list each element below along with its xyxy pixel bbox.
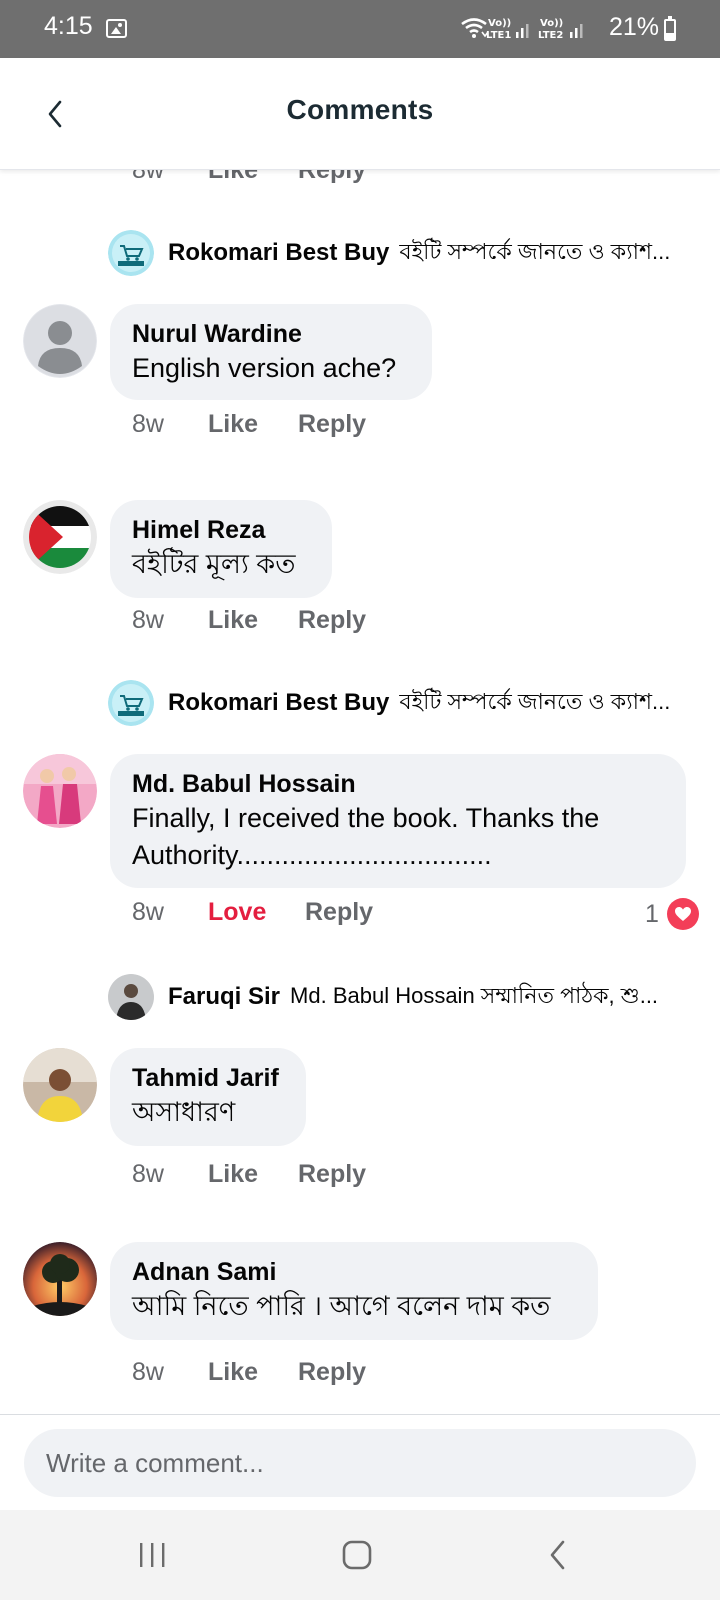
recents-button[interactable] [122,1532,182,1578]
comment-text: আমি নিতে পারি । আগে বলেন দাম কত [132,1291,551,1321]
comment-bubble[interactable]: Adnan Sami আমি নিতে পারি । আগে বলেন দাম … [110,1242,598,1340]
signal-icons: Vo)) LTE1 Vo)) LTE2 [460,14,600,44]
comment-time: 8w [132,606,164,634]
comment-meta: 8w Love Reply [132,898,373,927]
comment-time: 8w [132,410,164,438]
like-button[interactable]: Like [208,410,298,439]
comment-meta: 8w Like Reply [132,606,366,635]
svg-text:Vo)): Vo)) [488,18,511,29]
comment-author[interactable]: Nurul Wardine [132,318,410,350]
comment-time: 8w [132,1160,164,1188]
like-button[interactable]: Like [208,1358,298,1387]
reaction-count[interactable]: 1 [645,898,699,930]
svg-text:Vo)): Vo)) [540,18,563,29]
profile-photo [23,754,97,828]
like-button[interactable]: Like [208,170,298,185]
default-profile-icon [23,304,97,378]
reply-button[interactable]: Reply [298,170,366,185]
reply-author[interactable]: Faruqi Sir [168,983,280,1011]
comment-bubble[interactable]: Tahmid Jarif অসাধারণ [110,1048,306,1146]
reply-button[interactable]: Reply [305,898,373,927]
reply-button[interactable]: Reply [298,606,366,635]
comment-meta: 8w Like Reply [132,1160,366,1189]
avatar[interactable] [23,754,97,828]
like-button[interactable]: Like [208,606,298,635]
reply-snippet: বইটি সম্পর্কে জানতে ও ক্যাশ... [399,688,671,714]
comment-time: 8w [132,170,164,184]
comment-meta-partial: 8w Like Reply [132,170,366,185]
system-nav-bar [0,1510,720,1600]
reply-snippet: Md. Babul Hossain সম্মানিত পাঠক, শু... [290,982,659,1008]
battery-percent: 21% [609,13,660,41]
home-button[interactable] [327,1532,387,1578]
comment-text: বইটির মূল্য কত [132,549,296,579]
back-icon [550,1540,565,1570]
reply-preview[interactable]: Faruqi Sir Md. Babul Hossain সম্মানিত পা… [108,974,698,1020]
avatar [108,230,154,276]
page-title: Comments [286,94,434,125]
reply-preview[interactable]: Rokomari Best Buy বইটি সম্পর্কে জানতে ও … [108,680,698,726]
comment-bubble[interactable]: Md. Babul Hossain Finally, I received th… [110,754,686,888]
recents-icon [140,1543,165,1567]
reply-author[interactable]: Rokomari Best Buy [168,239,389,267]
like-button[interactable]: Like [208,1160,298,1189]
reply-button[interactable]: Reply [298,1160,366,1189]
nav-back-button[interactable] [528,1532,588,1578]
comment-bubble[interactable]: Himel Reza বইটির মূল্য কত [110,500,332,598]
comment-time: 8w [132,1358,164,1386]
comment-time: 8w [132,898,164,926]
wifi-icon: Vo)) LTE1 Vo)) LTE2 [461,18,583,41]
reply-author[interactable]: Rokomari Best Buy [168,689,389,717]
avatar [108,974,154,1020]
comment-bubble[interactable]: Nurul Wardine English version ache? [110,304,432,400]
reply-snippet: বইটি সম্পর্কে জানতে ও ক্যাশ... [399,238,671,264]
comments-list[interactable]: 8w Like Reply Rokomari Best Buy বইটি সম্… [0,170,720,1414]
status-bar: 4:15 Vo)) LTE1 Vo)) LTE2 21% [0,0,720,58]
palestine-flag-avatar-icon [23,500,97,574]
reply-preview[interactable]: Rokomari Best Buy বইটি সম্পর্কে জানতে ও … [108,230,698,276]
status-time: 4:15 [44,12,93,40]
profile-photo [23,1242,97,1316]
comment-text-line: Authority...............................… [132,840,492,870]
heart-icon [666,898,699,930]
comment-meta: 8w Like Reply [132,410,366,439]
reply-button[interactable]: Reply [298,410,366,439]
comment-input[interactable] [24,1429,696,1497]
comment-meta: 8w Like Reply [132,1358,366,1387]
comment-composer-bar [0,1414,720,1510]
avatar[interactable] [23,1048,97,1122]
gallery-icon [106,19,127,38]
avatar[interactable] [23,304,97,378]
svg-text:LTE1: LTE1 [486,30,511,41]
comment-author[interactable]: Himel Reza [132,514,310,546]
home-icon [342,1540,372,1570]
reply-button[interactable]: Reply [298,1358,366,1387]
avatar [108,680,154,726]
love-reaction-button[interactable]: Love [208,898,305,927]
avatar[interactable] [23,500,97,574]
comment-text: English version ache? [132,353,397,383]
battery-icon [664,16,676,41]
avatar[interactable] [23,1242,97,1316]
comment-author[interactable]: Md. Babul Hossain [132,768,664,800]
comment-author[interactable]: Adnan Sami [132,1256,576,1288]
profile-photo [23,1048,97,1122]
comments-header: Comments [0,58,720,170]
comment-text: অসাধারণ [132,1097,236,1127]
comment-author[interactable]: Tahmid Jarif [132,1062,284,1094]
comment-text-line: Finally, I received the book. Thanks the [132,803,600,833]
reaction-count-number: 1 [645,899,659,928]
svg-text:LTE2: LTE2 [538,30,563,41]
